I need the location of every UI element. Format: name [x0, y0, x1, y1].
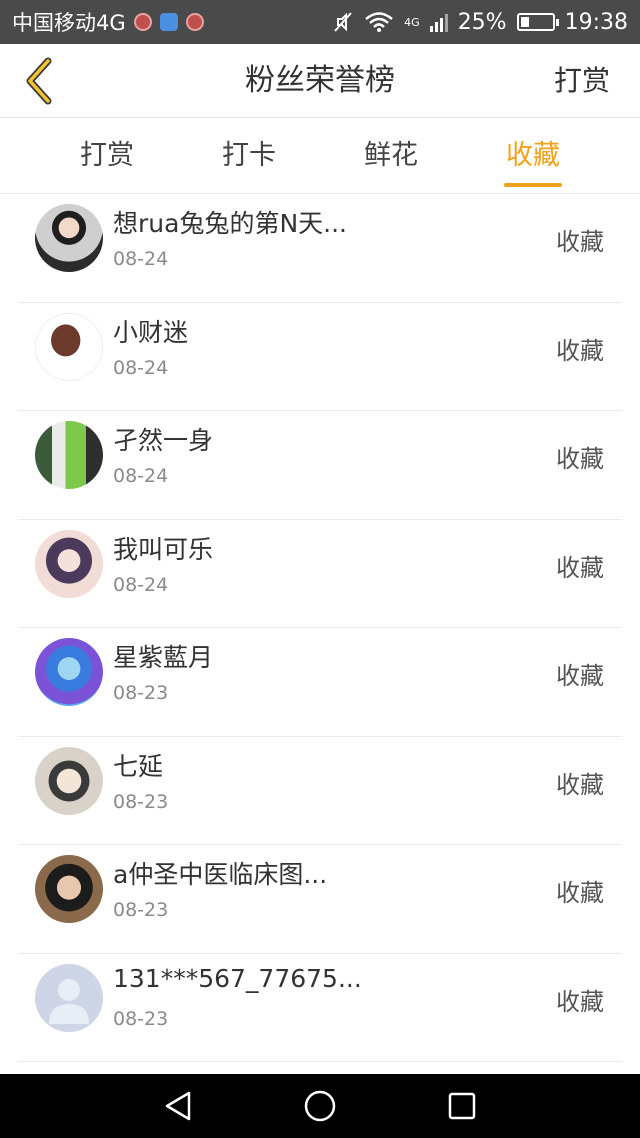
battery-icon — [516, 13, 559, 31]
mute-icon — [334, 12, 352, 32]
chevron-left-icon — [26, 57, 52, 105]
nav-recents-button[interactable] — [442, 1088, 482, 1124]
avatar[interactable] — [35, 963, 103, 1032]
action-label: 收藏 — [556, 662, 604, 690]
avatar[interactable] — [35, 638, 103, 706]
list-item[interactable]: 小财迷 08-24 收藏 — [18, 303, 622, 411]
tab-checkin[interactable]: 打卡 — [178, 118, 320, 193]
default-person-icon — [49, 978, 89, 1024]
tab-favorites[interactable]: 收藏 — [462, 118, 604, 193]
action-label: 收藏 — [556, 770, 604, 799]
action-label: 收藏 — [556, 553, 604, 582]
action-label: 收藏 — [556, 336, 604, 365]
date-label: 08-23 — [113, 682, 169, 704]
tab-flowers[interactable]: 鲜花 — [320, 118, 462, 193]
avatar[interactable] — [35, 855, 103, 923]
triangle-back-icon — [165, 1091, 191, 1121]
date-label: 08-24 — [113, 465, 169, 487]
user-name: a仲圣中医临床图... — [113, 860, 328, 889]
list-item[interactable]: 孑然一身 08-24 收藏 — [18, 411, 622, 520]
tab-label: 收藏 — [506, 140, 560, 171]
user-name: 七延 — [113, 751, 164, 781]
status-bar: 中国移动4G 4G 25% 19:38 — [0, 0, 640, 44]
tab-label: 打卡 — [222, 140, 276, 171]
user-name: 小财迷 — [113, 317, 189, 347]
action-label: 收藏 — [556, 987, 604, 1016]
tab-label: 打赏 — [80, 140, 134, 171]
user-name: 我叫可乐 — [113, 534, 214, 564]
tab-label: 鲜花 — [364, 140, 418, 171]
signal-icon — [429, 12, 448, 32]
avatar[interactable] — [35, 529, 103, 598]
page-title: 粉丝荣誉榜 — [245, 63, 395, 98]
list-item[interactable]: 星紫藍月 08-23 收藏 — [18, 628, 622, 737]
square-recents-icon — [448, 1092, 476, 1120]
user-name: 131***567_77675... — [113, 963, 362, 993]
avatar[interactable] — [35, 204, 103, 272]
avatar[interactable] — [35, 421, 103, 489]
avatar[interactable] — [35, 746, 103, 815]
date-label: 08-23 — [113, 899, 169, 921]
user-name: 星紫藍月 — [113, 643, 214, 672]
date-label: 08-24 — [113, 248, 169, 270]
back-button[interactable] — [14, 56, 64, 106]
list-item[interactable]: 七延 08-23 收藏 — [18, 737, 622, 845]
action-label: 收藏 — [556, 228, 604, 256]
date-label: 08-24 — [113, 573, 169, 596]
list-item[interactable]: 我叫可乐 08-24 收藏 — [18, 520, 622, 628]
action-label: 收藏 — [556, 445, 604, 473]
nav-home-button[interactable] — [300, 1088, 340, 1124]
app-notification-icon — [133, 13, 152, 31]
list-item[interactable]: a仲圣中医临床图... 08-23 收藏 — [18, 845, 622, 954]
list-item[interactable]: 131***567_77675... 08-23 收藏 — [18, 954, 622, 1062]
carrier-label: 中国移动4G — [12, 11, 126, 35]
wifi-icon — [365, 12, 393, 32]
app-notification-icon — [185, 13, 204, 31]
network-type-label: 4G — [404, 15, 420, 29]
avatar[interactable] — [35, 312, 103, 381]
date-label: 08-23 — [113, 1007, 169, 1030]
tab-active-indicator — [504, 183, 562, 187]
clock: 19:38 — [564, 9, 628, 35]
user-name: 想rua兔兔的第N天... — [113, 209, 347, 238]
action-label: 收藏 — [556, 879, 604, 907]
tab-reward[interactable]: 打赏 — [36, 118, 178, 193]
battery-percent: 25% — [457, 9, 507, 35]
header-bar: 粉丝荣誉榜 打赏 — [0, 44, 640, 118]
date-label: 08-24 — [113, 356, 169, 379]
user-name: 孑然一身 — [113, 426, 214, 455]
nav-back-button[interactable] — [158, 1088, 198, 1124]
tab-bar: 打赏 打卡 鲜花 收藏 — [0, 118, 640, 194]
list-item[interactable]: 想rua兔兔的第N天... 08-24 收藏 — [18, 194, 622, 303]
cloud-app-icon — [159, 13, 178, 31]
system-nav-bar — [0, 1074, 640, 1138]
reward-button[interactable]: 打赏 — [554, 44, 610, 118]
date-label: 08-23 — [113, 790, 169, 813]
circle-home-icon — [304, 1090, 336, 1122]
fan-list: 想rua兔兔的第N天... 08-24 收藏 小财迷 08-24 收藏 孑然一身… — [0, 194, 640, 1074]
